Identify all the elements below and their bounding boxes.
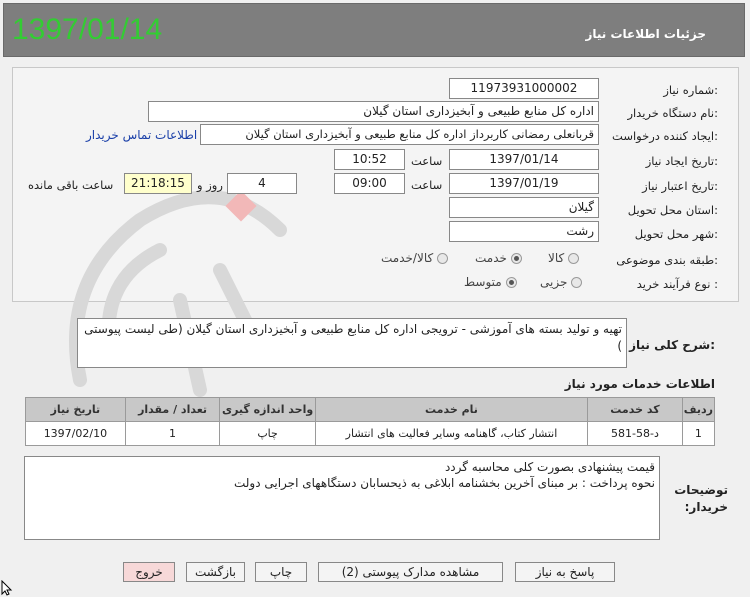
process-label: نوع فرآیند خرید : [636, 277, 718, 291]
creator-field: قربانعلی رمضانی کاربرداز اداره کل منابع … [200, 124, 599, 145]
radio-icon[interactable] [568, 252, 580, 264]
need-number-label: شماره نیاز: [663, 83, 718, 97]
services-title: اطلاعات خدمات مورد نیاز [564, 377, 715, 391]
category-option-service[interactable]: خدمت [475, 251, 522, 265]
validity-time-label: ساعت [411, 178, 443, 192]
col-row: ردیف [681, 397, 716, 422]
cell-service-name: انتشار کتاب، گاهنامه وسایر فعالیت های ان… [314, 421, 589, 446]
buyer-contact-link[interactable]: اطلاعات تماس خریدار [86, 128, 197, 142]
buyer-field: اداره کل منابع طبیعی و آبخیزداری استان گ… [148, 101, 599, 122]
province-label: استان محل تحویل: [627, 203, 718, 217]
radio-icon[interactable] [437, 252, 449, 264]
description-field: تهیه و تولید بسته های آموزشی - ترویجی اد… [77, 318, 627, 368]
notes-field: قیمت پیشنهادی بصورت کلی محاسبه گردد نحوه… [24, 456, 660, 540]
created-time-label: ساعت [411, 154, 443, 168]
col-service-name: نام خدمت [314, 397, 589, 422]
need-number-field: 11973931000002 [449, 78, 599, 99]
page-header: 1397/01/14 جزئیات اطلاعات نیاز [3, 3, 745, 57]
mouse-cursor-icon [1, 580, 13, 596]
creator-label: ایجاد کننده درخواست: [612, 129, 718, 143]
city-label: شهر محل تحویل: [634, 227, 718, 241]
services-table: ردیف کد خدمت نام خدمت واحد اندازه گیری ت… [25, 397, 716, 446]
col-service-code: کد خدمت [587, 397, 683, 422]
buyer-label: نام دستگاه خریدار: [627, 106, 718, 120]
province-field: گیلان [449, 197, 599, 218]
category-label: طبقه بندی موضوعی: [616, 253, 718, 267]
col-quantity: تعداد / مقدار [124, 397, 221, 422]
header-title: جزئیات اطلاعات نیاز [585, 27, 706, 41]
validity-date-label: تاریخ اعتبار نیاز: [642, 179, 718, 193]
table-row: 1 د-58-581 انتشار کتاب، گاهنامه وسایر فع… [25, 421, 716, 446]
description-label: شرح کلی نیاز: [629, 338, 715, 352]
exit-button[interactable]: خروج [123, 562, 175, 582]
process-option-medium[interactable]: متوسط [464, 275, 517, 289]
process-option-minor[interactable]: جزیی [540, 275, 583, 289]
radio-selected-icon[interactable] [510, 252, 522, 264]
created-time-field: 10:52 [334, 149, 405, 170]
back-button[interactable]: بازگشت [186, 562, 245, 582]
city-field: رشت [449, 221, 599, 242]
col-unit: واحد اندازه گیری [219, 397, 316, 422]
cell-service-code: د-58-581 [587, 421, 683, 446]
cell-unit: چاپ [219, 421, 316, 446]
radio-selected-icon[interactable] [505, 276, 517, 288]
cell-row: 1 [681, 421, 716, 446]
created-date-label: تاریخ ایجاد نیاز: [645, 154, 718, 168]
header-date: 1397/01/14 [12, 13, 163, 46]
print-button[interactable]: چاپ [255, 562, 307, 582]
remaining-days-field: 4 [227, 173, 297, 194]
cell-need-date: 1397/02/10 [25, 421, 126, 446]
notes-line-1: قیمت پیشنهادی بصورت کلی محاسبه گردد [444, 460, 655, 474]
remaining-time-field: 21:18:15 [124, 173, 192, 194]
col-need-date: تاریخ نیاز [25, 397, 126, 422]
category-option-goods[interactable]: کالا [548, 251, 580, 265]
attachments-button[interactable]: مشاهده مدارک پیوستی (2) [318, 562, 503, 582]
days-label: روز و [197, 178, 223, 192]
validity-time-field: 09:00 [334, 173, 405, 194]
radio-icon[interactable] [571, 276, 583, 288]
notes-line-2: نحوه پرداخت : بر مبنای آخرین بخشنامه ابل… [233, 476, 655, 490]
reply-button[interactable]: پاسخ به نیاز [515, 562, 615, 582]
validity-date-field: 1397/01/19 [449, 173, 599, 194]
cell-quantity: 1 [124, 421, 221, 446]
remaining-label: ساعت باقی مانده [28, 178, 114, 192]
notes-label: توضیحات خریدار: [674, 483, 728, 514]
category-option-goods-service[interactable]: کالا/خدمت [381, 251, 449, 265]
created-date-field: 1397/01/14 [449, 149, 599, 170]
table-header-row: ردیف کد خدمت نام خدمت واحد اندازه گیری ت… [25, 397, 716, 422]
